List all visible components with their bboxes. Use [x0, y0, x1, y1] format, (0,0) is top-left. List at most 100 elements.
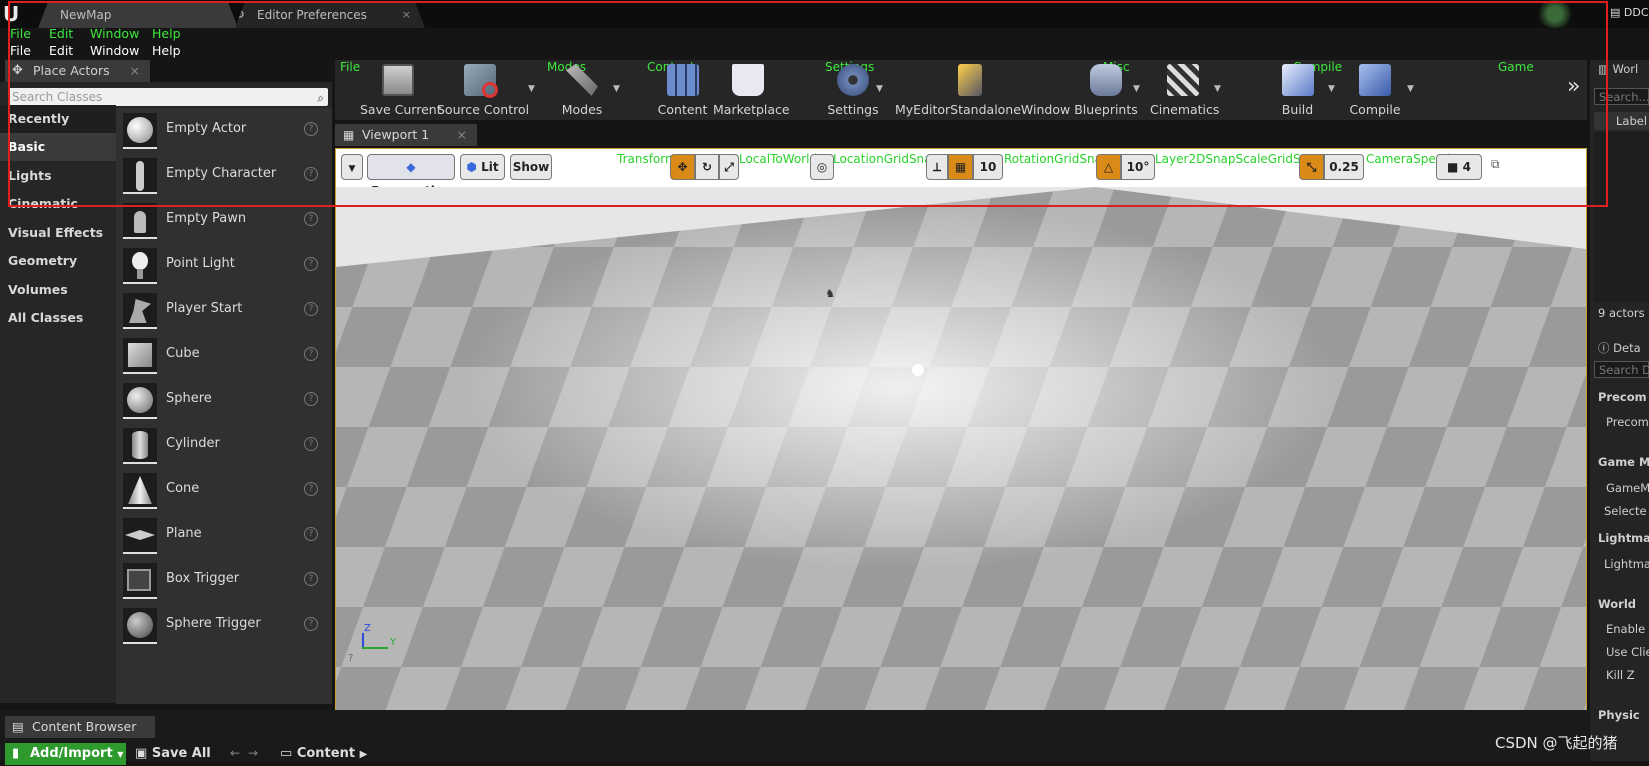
- scale-snap-toggle[interactable]: ⤡: [1299, 154, 1324, 180]
- viewport-options-dropdown[interactable]: ▼: [341, 154, 363, 180]
- category-geometry[interactable]: Geometry: [0, 247, 116, 275]
- blueprints-button[interactable]: Blueprints: [1073, 60, 1139, 120]
- help-icon[interactable]: ?: [304, 167, 318, 181]
- cinematics-dropdown-icon[interactable]: ▼: [1214, 84, 1221, 94]
- help-icon[interactable]: ?: [304, 527, 318, 541]
- coordinate-space-button[interactable]: ◎: [810, 154, 834, 180]
- source-control-button[interactable]: Source Control: [437, 60, 529, 120]
- viewport-help-icon[interactable]: ?: [348, 653, 353, 664]
- actor-item-cylinder[interactable]: Cylinder ?: [116, 423, 332, 468]
- menu-file[interactable]: File: [10, 42, 31, 60]
- camera-speed-dropdown[interactable]: ■ 4: [1436, 154, 1482, 180]
- world-section[interactable]: World: [1598, 597, 1636, 611]
- help-icon[interactable]: ?: [304, 392, 318, 406]
- scale-mode-button[interactable]: ⤢: [719, 154, 739, 180]
- category-basic[interactable]: Basic: [0, 133, 116, 161]
- rotate-mode-button[interactable]: ↻: [695, 154, 719, 180]
- translate-mode-button[interactable]: ✥: [670, 154, 695, 180]
- menu-file-green[interactable]: File: [10, 25, 31, 43]
- menu-help-green[interactable]: Help: [152, 25, 181, 43]
- category-lights[interactable]: Lights: [0, 162, 116, 190]
- menu-edit-green[interactable]: Edit: [49, 25, 73, 43]
- search-classes-input[interactable]: Search Classes ⌕: [8, 88, 328, 106]
- modes-dropdown-icon[interactable]: ▼: [613, 84, 620, 94]
- save-all-button[interactable]: ▣ Save All: [135, 743, 211, 765]
- rotation-snap-value-dropdown[interactable]: 10°: [1121, 154, 1155, 180]
- help-icon[interactable]: ?: [304, 122, 318, 136]
- category-all-classes[interactable]: All Classes: [0, 304, 116, 332]
- world-outliner-tab[interactable]: ▥ Worl: [1598, 62, 1638, 76]
- place-actors-close-icon[interactable]: ×: [130, 60, 140, 82]
- content-path-breadcrumb[interactable]: ▭ Content ▶: [280, 743, 367, 766]
- source-control-dropdown-icon[interactable]: ▼: [528, 84, 535, 94]
- search-icon[interactable]: ⌕: [317, 89, 324, 107]
- content-button[interactable]: Content: [655, 60, 710, 120]
- actor-item-cube[interactable]: Cube ?: [116, 333, 332, 378]
- maximize-viewport-icon[interactable]: ⧉: [1491, 157, 1500, 172]
- lit-button[interactable]: ⬢ Lit: [460, 154, 505, 180]
- add-import-button[interactable]: ▮ Add/Import ▼: [5, 743, 126, 765]
- player-start-gizmo[interactable]: ♞: [825, 287, 835, 300]
- settings-button[interactable]: Settings: [827, 60, 879, 120]
- help-icon[interactable]: ?: [304, 437, 318, 451]
- actor-item-empty-character[interactable]: Empty Character ?: [116, 153, 332, 198]
- actor-item-player-start[interactable]: Player Start ?: [116, 288, 332, 333]
- actor-item-plane[interactable]: Plane ?: [116, 513, 332, 558]
- lightmass-item[interactable]: Lightma: [1604, 557, 1649, 571]
- grid-snap-value-dropdown[interactable]: 10: [973, 154, 1003, 180]
- save-current-button[interactable]: Save Current: [360, 60, 442, 120]
- rotation-snap-toggle[interactable]: △: [1096, 154, 1121, 180]
- source-control-status-icon[interactable]: [1535, 0, 1575, 28]
- physics-section[interactable]: Physic: [1598, 708, 1640, 722]
- level-viewport[interactable]: ▼ ◆ Perspective ⬢ Lit Show Transform ✥ ↻…: [335, 148, 1587, 711]
- scale-snap-value-dropdown[interactable]: 0.25: [1324, 154, 1364, 180]
- menu-window-green[interactable]: Window: [90, 25, 139, 43]
- help-icon[interactable]: ?: [304, 347, 318, 361]
- help-icon[interactable]: ?: [304, 572, 318, 586]
- category-volumes[interactable]: Volumes: [0, 276, 116, 304]
- actor-item-empty-pawn[interactable]: Empty Pawn ?: [116, 198, 332, 243]
- tab-content-browser[interactable]: ▤ Content Browser: [5, 716, 155, 738]
- modes-button[interactable]: Modes: [553, 60, 611, 120]
- category-cinematic[interactable]: Cinematic: [0, 190, 116, 218]
- outliner-search-input[interactable]: Search...: [1594, 88, 1649, 105]
- compile-button[interactable]: Compile: [1345, 60, 1405, 120]
- details-tab[interactable]: ⓘ Deta: [1598, 340, 1641, 356]
- build-dropdown-icon[interactable]: ▼: [1328, 84, 1335, 94]
- details-search-input[interactable]: Search D: [1594, 361, 1649, 378]
- category-recently-placed[interactable]: Recently Placed: [0, 105, 116, 154]
- help-icon[interactable]: ?: [304, 257, 318, 271]
- viewport-close-icon[interactable]: ×: [457, 124, 467, 146]
- settings-dropdown-icon[interactable]: ▼: [876, 84, 883, 94]
- tab-place-actors[interactable]: ✥ Place Actors ×: [5, 60, 150, 82]
- actor-item-cone[interactable]: Cone ?: [116, 468, 332, 513]
- toolbar-overflow-icon[interactable]: »: [1567, 74, 1580, 99]
- grid-snap-toggle[interactable]: ▦: [948, 154, 973, 180]
- help-icon[interactable]: ?: [304, 302, 318, 316]
- actor-item-box-trigger[interactable]: Box Trigger ?: [116, 558, 332, 603]
- build-button[interactable]: Build: [1270, 60, 1325, 120]
- lightmass-section[interactable]: Lightma: [1598, 531, 1649, 545]
- surface-snap-button[interactable]: ⟂: [926, 154, 948, 180]
- actor-item-point-light[interactable]: Point Light ?: [116, 243, 332, 288]
- help-icon[interactable]: ?: [304, 482, 318, 496]
- cinematics-button[interactable]: Cinematics: [1150, 60, 1219, 120]
- history-back-icon[interactable]: ←: [230, 746, 240, 760]
- menu-window[interactable]: Window: [90, 42, 139, 60]
- perspective-button[interactable]: ◆ Perspective: [367, 154, 455, 198]
- actor-item-empty-actor[interactable]: Empty Actor ?: [116, 108, 332, 153]
- show-button[interactable]: Show: [510, 154, 552, 180]
- outliner-label-column[interactable]: Label: [1594, 112, 1649, 130]
- category-visual-effects[interactable]: Visual Effects: [0, 219, 116, 247]
- actor-item-sphere[interactable]: Sphere ?: [116, 378, 332, 423]
- help-icon[interactable]: ?: [304, 617, 318, 631]
- menu-edit[interactable]: Edit: [49, 42, 73, 60]
- ddc-indicator[interactable]: ▤ DDC: [1610, 6, 1649, 19]
- help-icon[interactable]: ?: [304, 212, 318, 226]
- blueprints-dropdown-icon[interactable]: ▼: [1133, 84, 1140, 94]
- marketplace-button[interactable]: Marketplace: [713, 60, 790, 120]
- my-editor-standalone-window-button[interactable]: MyEditorStandaloneWindow: [895, 60, 1070, 120]
- tab-viewport-1[interactable]: ▦ Viewport 1 ×: [335, 124, 477, 146]
- point-light-gizmo[interactable]: [912, 364, 925, 376]
- selected-item[interactable]: Selecte: [1604, 504, 1647, 518]
